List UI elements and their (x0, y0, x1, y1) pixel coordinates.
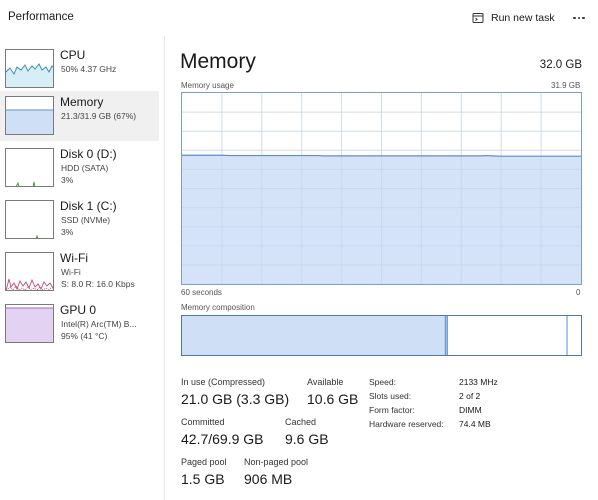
available-label: Available (307, 377, 344, 387)
committed-label: Committed (181, 417, 225, 427)
sidebar-item-wifi[interactable]: Wi-Fi Wi-Fi S: 8.0 R: 16.0 Kbps (0, 247, 159, 297)
memory-thumbnail (5, 96, 54, 135)
sidebar-item-detail: Intel(R) Arc(TM) B... (61, 319, 137, 329)
time-axis-end: 0 (576, 288, 581, 297)
memory-capacity: 32.0 GB (539, 59, 582, 71)
cpu-thumbnail (5, 49, 54, 88)
run-new-task-label: Run new task (491, 12, 555, 24)
sidebar-divider (164, 36, 165, 500)
memory-usage-label: Memory usage (181, 81, 234, 90)
sidebar-item-name: Disk 1 (C:) (60, 199, 117, 213)
cached-label: Cached (285, 417, 317, 427)
sidebar-item-usage: 3% (61, 175, 74, 185)
memory-composition-label: Memory composition (181, 303, 255, 312)
memory-usage-chart (181, 92, 582, 285)
sidebar-item-name: Wi-Fi (60, 251, 88, 265)
slots-used-label: Slots used: (369, 391, 412, 401)
sidebar-item-disk-0[interactable]: Disk 0 (D:) HDD (SATA) 3% (0, 143, 159, 193)
page-title: Performance (8, 11, 74, 23)
sidebar-item-detail: 50% 4.37 GHz (61, 64, 117, 74)
wifi-thumbnail (5, 252, 54, 291)
memory-usage-line (182, 154, 581, 157)
run-task-icon (472, 13, 484, 23)
sidebar-item-detail: SSD (NVMe) (61, 215, 111, 225)
speed-value: 2133 MHz (459, 377, 498, 387)
in-use-label: In use (Compressed) (181, 377, 266, 387)
sidebar-item-memory[interactable]: Memory 21.3/31.9 GB (67%) (0, 91, 159, 141)
sidebar-item-name: CPU (60, 48, 86, 62)
gpu-thumbnail (5, 304, 54, 343)
sidebar-item-name: GPU 0 (60, 303, 97, 317)
sidebar-item-detail: 21.3/31.9 GB (67%) (61, 111, 137, 121)
hardware-reserved-value: 74.4 MB (459, 419, 491, 429)
memory-usage-max: 31.9 GB (551, 81, 581, 90)
title-bar: Performance Run new task (0, 0, 598, 36)
form-factor-value: DIMM (459, 405, 482, 415)
time-axis-start: 60 seconds (181, 288, 222, 297)
composition-in-use (182, 316, 446, 355)
form-factor-label: Form factor: (369, 405, 415, 415)
non-paged-pool-label: Non-paged pool (244, 457, 309, 467)
paged-pool-value: 1.5 GB (181, 471, 225, 487)
sidebar-item-detail: Wi-Fi (61, 267, 81, 277)
sidebar-item-gpu[interactable]: GPU 0 Intel(R) Arc(TM) B... 95% (41 °C) (0, 299, 159, 349)
sidebar-item-name: Memory (60, 95, 104, 109)
more-options-icon[interactable] (569, 9, 589, 27)
sidebar-item-usage: S: 8.0 R: 16.0 Kbps (61, 279, 135, 289)
cached-value: 9.6 GB (285, 431, 329, 447)
sidebar-item-detail: HDD (SATA) (61, 163, 109, 173)
sidebar-item-name: Disk 0 (D:) (60, 147, 117, 161)
sidebar-item-usage: 95% (41 °C) (61, 331, 108, 341)
slots-used-value: 2 of 2 (459, 391, 481, 401)
committed-value: 42.7/69.9 GB (181, 431, 264, 447)
sidebar-item-disk-1[interactable]: Disk 1 (C:) SSD (NVMe) 3% (0, 195, 159, 245)
run-new-task-button[interactable]: Run new task (472, 8, 555, 28)
available-value: 10.6 GB (307, 391, 359, 407)
paged-pool-label: Paged pool (181, 457, 227, 467)
disk-0-thumbnail (5, 148, 54, 187)
in-use-value: 21.0 GB (3.3 GB) (181, 391, 290, 407)
non-paged-pool-value: 906 MB (244, 471, 293, 487)
hardware-reserved-label: Hardware reserved: (369, 419, 444, 429)
sidebar-item-usage: 3% (61, 227, 74, 237)
memory-heading: Memory (180, 50, 256, 73)
sidebar-item-cpu[interactable]: CPU 50% 4.37 GHz (0, 44, 159, 94)
memory-composition-bar (181, 315, 582, 356)
speed-label: Speed: (369, 377, 396, 387)
disk-1-thumbnail (5, 200, 54, 239)
